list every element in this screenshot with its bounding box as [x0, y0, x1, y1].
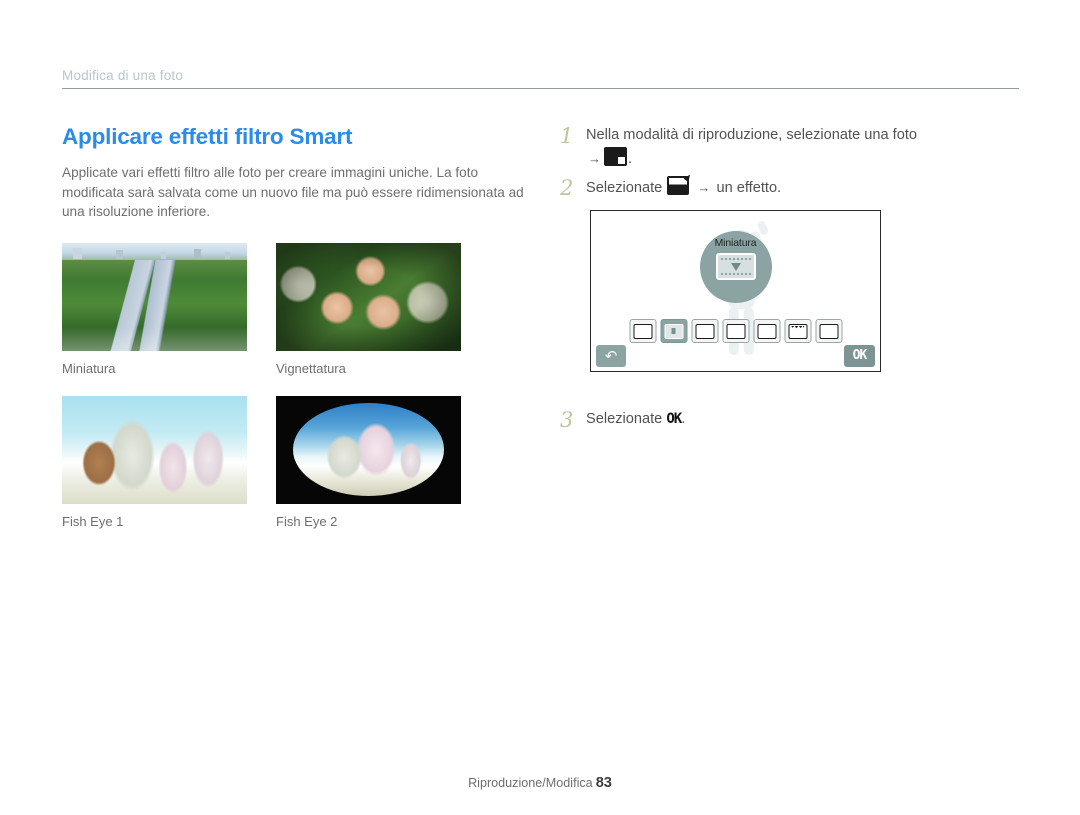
step-text: Nella modalità di riproduzione, selezion…: [586, 124, 917, 171]
sketch-filter-glyph: [757, 323, 776, 339]
back-arrow-icon[interactable]: ↶: [596, 345, 626, 367]
step-1-subline: →.: [586, 147, 917, 171]
halftone-filter-glyph: [726, 323, 745, 339]
step-3-prefix: Selezionate: [586, 411, 663, 427]
miniature-filter-icon[interactable]: [660, 319, 687, 343]
selected-filter-badge: Miniatura: [699, 231, 772, 303]
sample-item: Vignettatura: [276, 242, 475, 388]
smart-filter-icon: [667, 176, 690, 195]
step-3: 3 Selezionate OK.: [560, 408, 1030, 432]
sample-item: Fish Eye 1: [62, 395, 261, 541]
thumbnail-miniature-sample: [62, 242, 247, 351]
classic-frame-glyph: [819, 323, 838, 339]
halftone-dot-filter-icon[interactable]: [722, 319, 749, 343]
step-number: 2: [560, 176, 574, 200]
step-3-period: .: [681, 411, 686, 427]
step-text: Selezionate OK.: [586, 408, 685, 431]
step-2-suffix: un effetto.: [716, 180, 782, 196]
sample-item: Fish Eye 2: [276, 395, 475, 541]
vignette-filter-icon[interactable]: [691, 319, 718, 343]
miniature-filter-glyph: [664, 323, 683, 339]
sample-caption: Vignettatura: [276, 360, 346, 376]
sample-caption: Miniatura: [62, 360, 116, 376]
chapter-title: Modifica di una foto: [62, 68, 184, 83]
miniature-filter-icon-large: [715, 253, 756, 280]
thumbnail-fisheye2-sample: [276, 395, 461, 504]
section-intro-text: Applicate vari effetti filtro alle foto …: [62, 165, 524, 219]
arrow-glyph: →: [588, 151, 601, 166]
ok-icon: OK: [666, 411, 682, 427]
page-header: Modifica di una foto: [62, 68, 1019, 89]
smart-filter-glyph: [633, 323, 652, 339]
right-column: 1 Nella modalità di riproduzione, selezi…: [560, 124, 1030, 437]
page-number: 83: [595, 775, 612, 791]
step-1-period: .: [628, 151, 633, 167]
classic-frame-filter-icon[interactable]: [815, 319, 842, 343]
fisheye-filter-glyph: [788, 323, 807, 339]
sample-caption: Fish Eye 1: [62, 513, 124, 529]
playback-mode-icon: [604, 147, 627, 166]
smart-filter-icon[interactable]: [629, 319, 656, 343]
thumbnail-fisheye1-sample: [62, 395, 247, 504]
step-1-sentence: Nella modalità di riproduzione, selezion…: [586, 127, 917, 143]
selected-filter-label: Miniatura: [714, 238, 757, 249]
ok-button[interactable]: OK: [844, 345, 875, 367]
step-2-prefix: Selezionate: [586, 180, 663, 196]
left-column: Applicare effetti filtro Smart Applicate…: [62, 124, 532, 541]
filter-toolbar: [629, 319, 842, 343]
camera-screen-mock: Miniatura ↶ OK: [590, 210, 881, 372]
page-footer: Riproduzione/Modifica 83: [0, 775, 1080, 791]
step-number: 3: [560, 408, 574, 432]
arrow-glyph: →: [697, 180, 711, 195]
footer-section-label: Riproduzione/Modifica: [468, 776, 593, 790]
step-text: Selezionate → un effetto.: [586, 176, 781, 200]
step-2: 2 Selezionate → un effetto.: [560, 176, 1030, 200]
sample-image-grid: Miniatura Vignettatura Fish Eye 1 Fish E…: [62, 242, 532, 541]
step-1: 1 Nella modalità di riproduzione, selezi…: [560, 124, 1030, 171]
fisheye-bubble: [292, 403, 445, 496]
vignette-filter-glyph: [695, 323, 714, 339]
header-divider: [62, 88, 1019, 89]
page-title: Applicare effetti filtro Smart: [62, 124, 353, 149]
sketch-filter-icon[interactable]: [753, 319, 780, 343]
thumbnail-vignette-sample: [276, 242, 461, 351]
sample-item: Miniatura: [62, 242, 261, 388]
sample-caption: Fish Eye 2: [276, 513, 338, 529]
step-number: 1: [560, 124, 574, 148]
fisheye-filter-icon[interactable]: [784, 319, 811, 343]
